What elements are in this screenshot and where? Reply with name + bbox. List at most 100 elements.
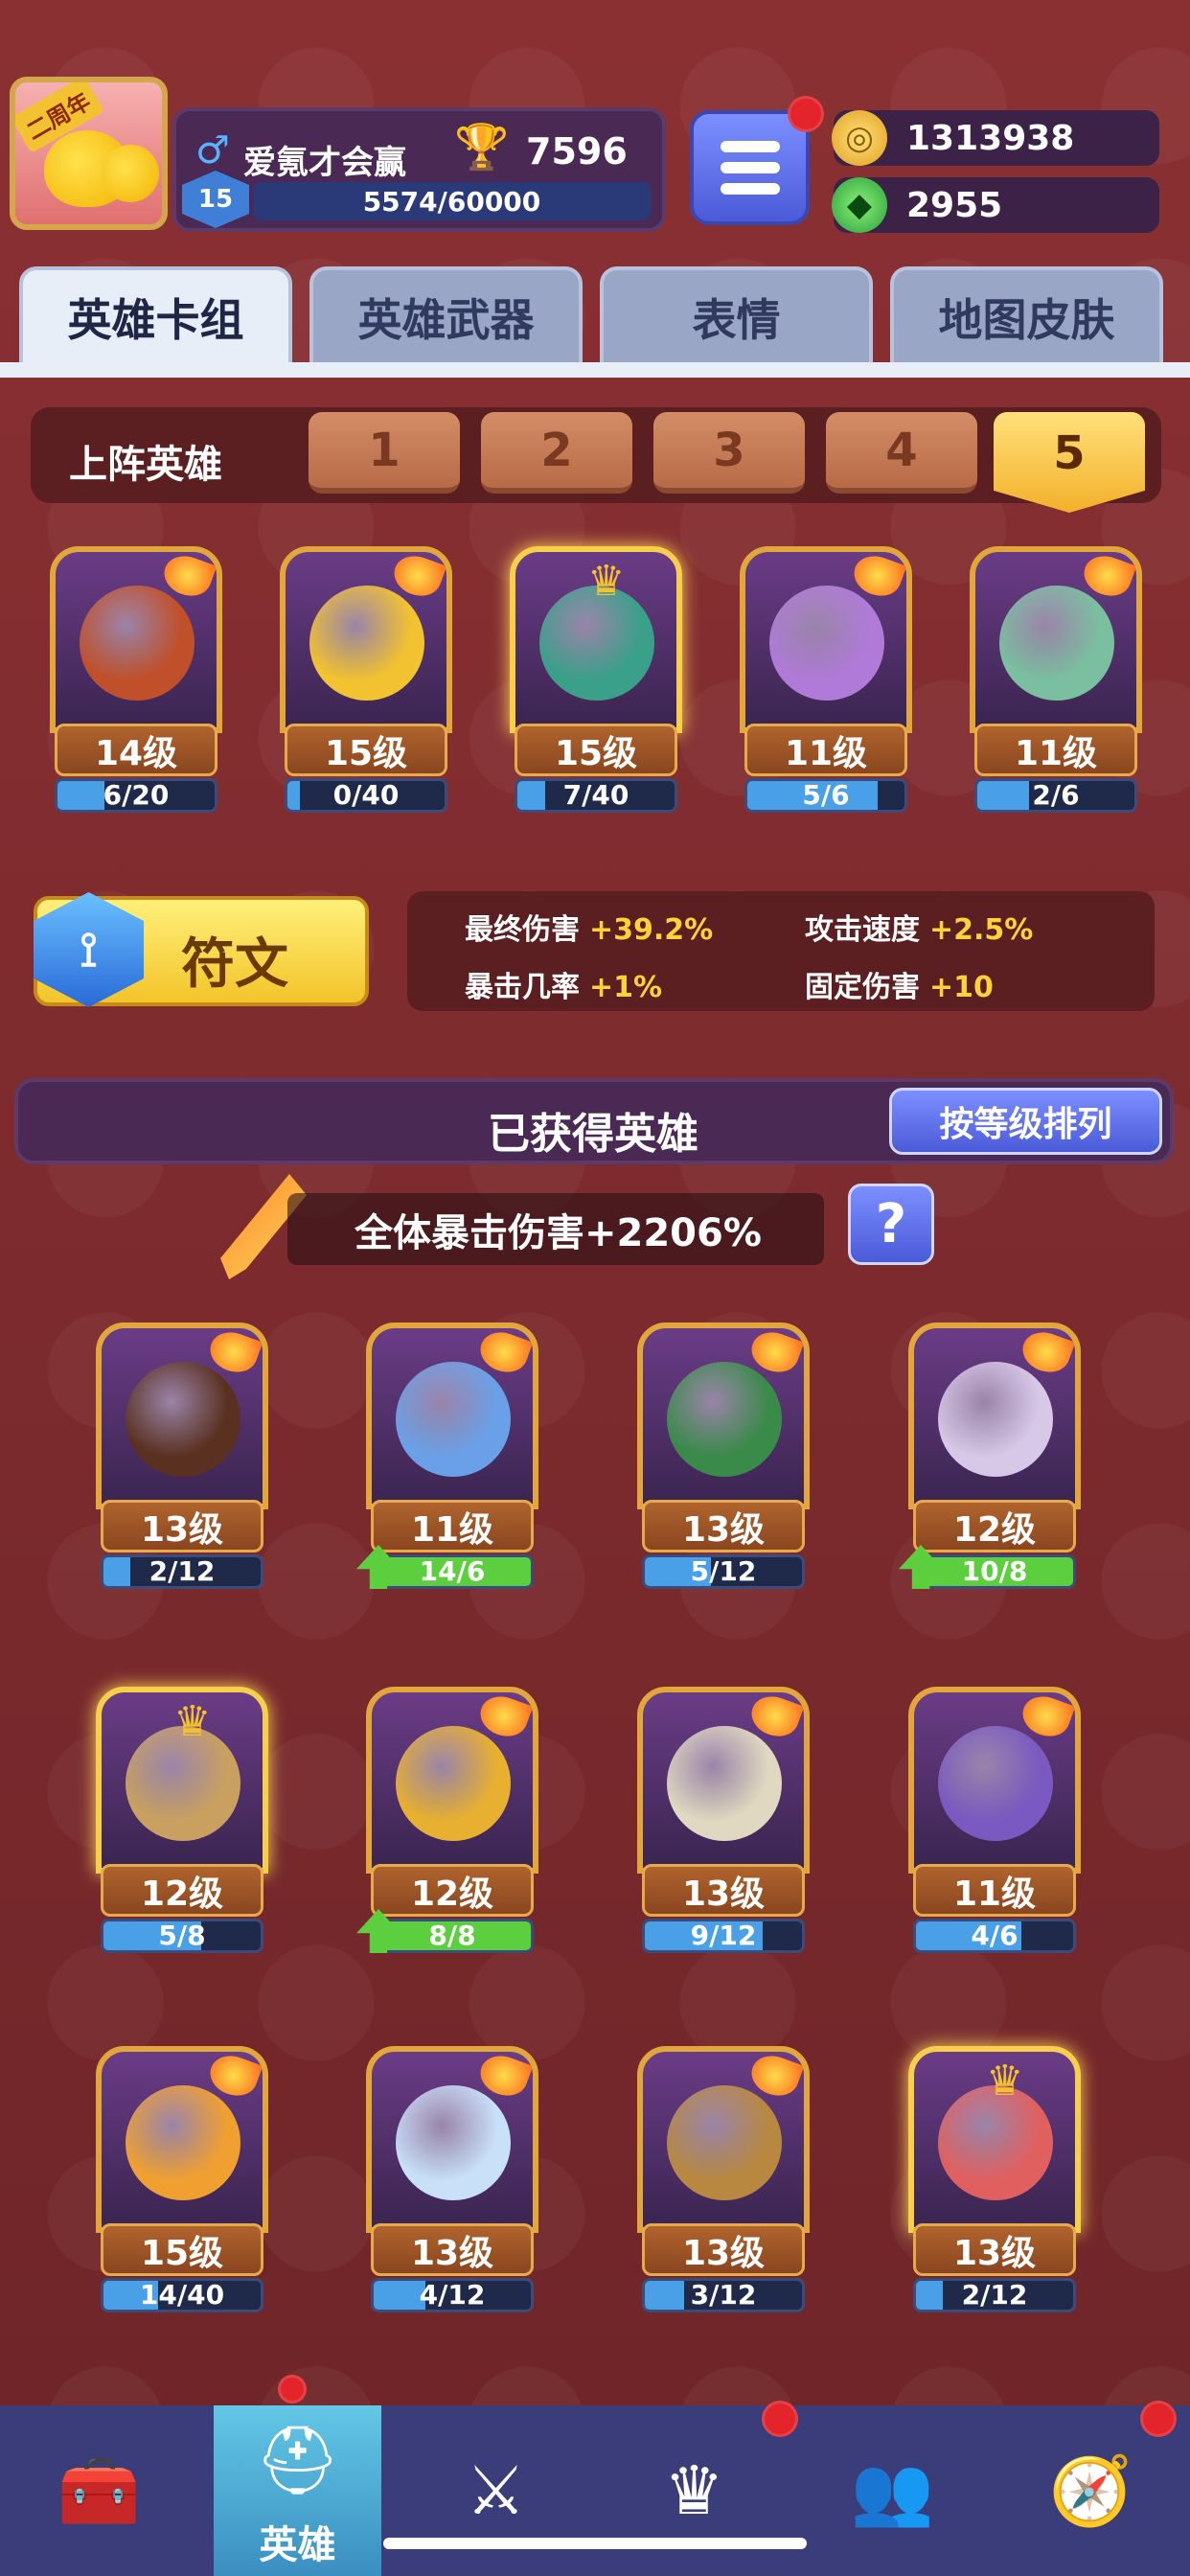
hero-card-progress: 2/6 [974, 778, 1137, 813]
hero-card[interactable]: 11级 2/6 [960, 518, 1152, 815]
nav-item-treasure-chest[interactable]: 🧰 [15, 2405, 183, 2576]
rune-button[interactable]: ⟟ 符文 [34, 892, 369, 1007]
hero-level: 15级 [285, 724, 447, 776]
hero-card[interactable]: 15级 14/40 [86, 2017, 278, 2314]
hero-portrait [280, 546, 452, 733]
hero-portrait [50, 546, 222, 733]
gold-coin-icon: ◎ [832, 110, 887, 166]
progress-text: 2/6 [1032, 779, 1080, 811]
tab-emotes[interactable]: 表情 [600, 266, 873, 367]
deck-button-4[interactable]: 4 [826, 412, 977, 494]
nav-item-crossed-swords[interactable]: ⚔ [412, 2405, 580, 2576]
menu-notification-dot [788, 96, 824, 132]
tab-hero-deck[interactable]: 英雄卡组 [19, 266, 292, 367]
helmet-notification-dot [278, 2375, 307, 2404]
hero-card[interactable]: ♛ 12级 5/8 [86, 1658, 278, 1955]
hero-card[interactable]: ♛ 13级 2/12 [899, 2017, 1090, 2314]
hero-face-icon [396, 1726, 511, 1841]
hero-card-progress: 5/6 [744, 778, 907, 813]
crown-icon: ♛ [587, 557, 626, 606]
hero-portrait: ♛ [96, 1687, 268, 1874]
nav-item-crown-shield[interactable]: ♛ [610, 2405, 778, 2576]
progress-text: 5/6 [802, 779, 850, 811]
hero-portrait [366, 2046, 538, 2233]
hero-card[interactable]: ♛ 15级 7/40 [500, 518, 692, 815]
gold-counter[interactable]: ◎ 1313938 [832, 110, 1159, 166]
hero-card-progress: 3/12 [642, 2278, 805, 2312]
hero-card[interactable]: 11级 14/6 [356, 1294, 548, 1591]
gem-counter[interactable]: ◆ 2955 [832, 177, 1159, 233]
hero-card[interactable]: 13级 2/12 [86, 1294, 278, 1591]
hero-portrait: ♛ [908, 2046, 1081, 2233]
menu-button[interactable] [690, 110, 810, 225]
hero-card[interactable]: 13级 4/12 [356, 2017, 548, 2314]
hero-card-progress: 8/8 [371, 1919, 534, 1953]
stat-crit-rate: 暴击几率 +1% [465, 971, 663, 1004]
hero-card-progress: 10/8 [913, 1554, 1076, 1589]
hero-portrait [96, 2046, 268, 2233]
stat-final-damage: 最终伤害 +39.2% [465, 913, 714, 947]
hero-card[interactable]: 13级 9/12 [628, 1658, 819, 1955]
nav-label: 英雄 [259, 2522, 336, 2567]
deck-button-3[interactable]: 3 [653, 412, 805, 494]
tab-map-skins[interactable]: 地图皮肤 [890, 266, 1163, 367]
top-header: 二周年 ♂ 爱氪才会赢 🏆 7596 15 5574/60000 ◎ 13139… [0, 67, 1190, 249]
hero-card[interactable]: 13级 5/12 [628, 1294, 819, 1591]
friends-banner-icon: 👥 [850, 2450, 935, 2530]
deck-button-1[interactable]: 1 [309, 412, 460, 494]
treasure-chest-icon: 🧰 [57, 2450, 142, 2530]
knight-helmet-icon: ⛑ [255, 2421, 340, 2499]
hero-level: 13级 [913, 2223, 1076, 2276]
hero-card-progress: 5/12 [642, 1554, 805, 1589]
hero-face-icon [126, 2085, 240, 2200]
hero-level: 11级 [974, 724, 1137, 776]
hero-card[interactable]: 12级 10/8 [899, 1294, 1090, 1591]
crossed-swords-icon: ⚔ [466, 2451, 526, 2530]
progress-text: 6/20 [103, 779, 170, 811]
progress-text: 2/12 [961, 2279, 1028, 2311]
nav-item-friends-banner[interactable]: 👥 [809, 2405, 976, 2576]
gem-value: 2955 [906, 185, 1003, 225]
hero-face-icon [938, 1726, 1053, 1841]
sort-by-level-button[interactable]: 按等级排列 [889, 1088, 1162, 1155]
hero-card[interactable]: 13级 3/12 [628, 2017, 819, 2314]
hero-card-progress: 2/12 [913, 2278, 1076, 2312]
progress-text: 4/12 [419, 2279, 486, 2311]
hero-portrait [637, 1687, 810, 1874]
crown-icon: ♛ [986, 2057, 1024, 2105]
nav-item-knight-helmet[interactable]: ⛑ 英雄 [214, 2405, 381, 2576]
progress-text: 2/12 [149, 1555, 216, 1587]
hero-portrait [637, 1322, 810, 1509]
compass-icon: 🧭 [1048, 2450, 1133, 2530]
progress-text: 0/40 [332, 779, 400, 811]
hero-card-progress: 14/6 [371, 1554, 534, 1589]
hero-face-icon [396, 1362, 511, 1477]
deck-button-2[interactable]: 2 [481, 412, 632, 494]
hero-card[interactable]: 15级 0/40 [270, 518, 462, 815]
lineup-bar: 上阵英雄 1 2 3 4 5 [31, 407, 1161, 513]
crit-damage-banner: 全体暴击伤害+2206% [287, 1193, 824, 1265]
menu-icon [720, 141, 780, 152]
hero-card[interactable]: 11级 5/6 [730, 518, 922, 815]
duckling-avatar-icon [102, 145, 159, 202]
deck-button-5[interactable]: 5 [994, 412, 1145, 513]
player-info-panel: ♂ 爱氪才会赢 🏆 7596 15 5574/60000 [172, 107, 666, 232]
hero-level: 11级 [913, 1864, 1076, 1917]
hero-level: 13级 [642, 1864, 805, 1917]
rune-label: 符文 [181, 933, 288, 996]
hero-card-progress: 7/40 [515, 778, 677, 813]
hero-card-progress: 2/12 [101, 1554, 263, 1589]
tab-hero-weapons[interactable]: 英雄武器 [309, 266, 583, 367]
stat-fixed-damage: 固定伤害 +10 [805, 971, 994, 1004]
hero-card[interactable]: 14级 6/20 [40, 518, 232, 815]
crown-icon: ♛ [173, 1697, 212, 1746]
player-avatar[interactable]: 二周年 [10, 77, 168, 230]
hero-face-icon [126, 1362, 240, 1477]
trophy-icon: 🏆 [454, 121, 510, 172]
hero-card[interactable]: 12级 8/8 [356, 1658, 548, 1955]
help-button[interactable]: ? [848, 1184, 934, 1265]
hero-card[interactable]: 11级 4/6 [899, 1658, 1090, 1955]
hero-level: 12级 [913, 1500, 1076, 1552]
hero-face-icon [80, 586, 195, 701]
hero-level: 15级 [101, 2223, 263, 2276]
